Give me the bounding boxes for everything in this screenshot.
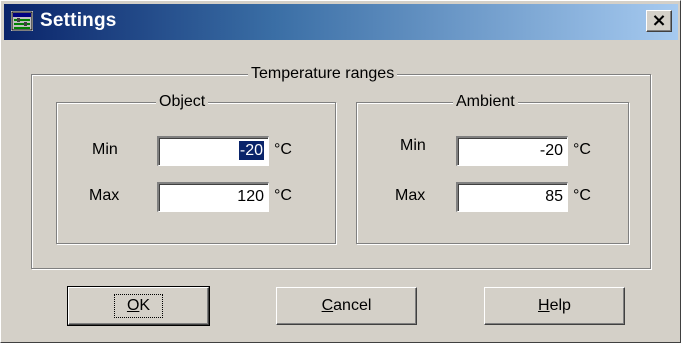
object-max-label: Max [89,187,120,204]
object-group: Object [56,93,336,244]
ambient-max-label: Max [395,187,426,204]
ambient-max-input[interactable]: 85 [456,182,568,212]
object-min-value: -20 [238,141,264,160]
object-min-input[interactable]: -20 [157,136,269,166]
ok-button[interactable]: OK [67,286,210,326]
settings-app-icon [11,11,33,31]
object-max-input[interactable]: 120 [157,182,269,212]
object-min-unit: °C [274,141,292,158]
cancel-button[interactable]: Cancel [276,287,417,325]
object-max-value: 120 [237,188,264,205]
help-button[interactable]: Help [484,287,625,325]
object-min-label: Min [92,141,118,158]
cancel-button-label: Cancel [321,297,372,314]
ambient-max-unit: °C [573,187,591,204]
title-bar[interactable]: Settings × [4,4,678,40]
object-group-label: Object [156,93,209,111]
close-button[interactable]: × [646,10,672,32]
ambient-min-label: Min [400,137,426,154]
ambient-min-input[interactable]: -20 [456,136,568,166]
temperature-ranges-label: Temperature ranges [248,65,398,83]
object-max-unit: °C [274,187,292,204]
help-button-label: Help [538,297,571,314]
ambient-max-value: 85 [545,188,563,205]
ok-button-label: OK [113,294,164,318]
ambient-min-value: -20 [539,142,563,159]
close-icon: × [651,10,667,31]
window-title: Settings [40,10,117,31]
ambient-group-label: Ambient [453,93,518,111]
settings-dialog: Settings × Temperature ranges Object Min… [0,0,681,343]
ambient-min-unit: °C [573,141,591,158]
ambient-group: Ambient [356,93,629,244]
